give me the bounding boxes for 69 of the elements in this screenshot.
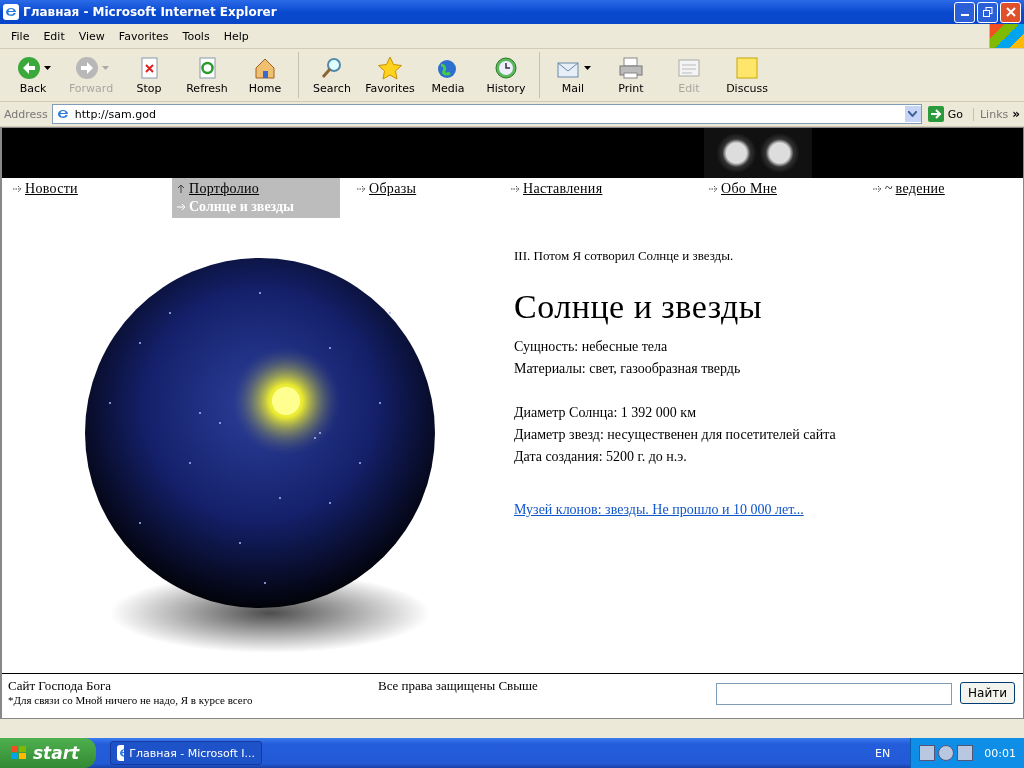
browser-icon: [3, 4, 19, 20]
arrow-icon: [708, 184, 718, 194]
menu-item[interactable]: Help: [216, 29, 256, 43]
taskbar-window-button[interactable]: Главная - Microsoft I...: [110, 741, 262, 765]
intro-text: III. Потом Я сотворил Солнце и звезды.: [514, 248, 735, 264]
toolbar-button[interactable]: Home: [236, 51, 294, 99]
fact-line: Дата создания: 5200 г. до н.э.: [514, 448, 688, 466]
toolbar-button[interactable]: History: [477, 51, 535, 99]
footnote-text: *Для связи со Мной ничего не надо, Я в курсе всего: [8, 694, 254, 706]
printer-icon: [618, 55, 644, 80]
nav-link[interactable]: Наставления: [523, 181, 603, 197]
toolbar-button[interactable]: Media: [419, 51, 477, 99]
nav-link[interactable]: Обо Мне: [721, 181, 777, 197]
search-field[interactable]: [716, 683, 953, 705]
dropdown-icon: [904, 106, 921, 122]
go-button[interactable]: Go: [925, 106, 969, 122]
arrow-icon: [356, 184, 366, 194]
address-label: Address: [4, 107, 48, 121]
clock: 00:01: [984, 746, 1016, 760]
menu-item[interactable]: File: [4, 29, 37, 43]
fact-line: Диаметр звезд: несущественен для посетителей сайта: [514, 426, 837, 444]
nav-link[interactable]: Портфолио: [189, 181, 260, 197]
toolbar-button[interactable]: Mail: [544, 51, 602, 99]
star-icon: [377, 55, 403, 80]
toolbar-button[interactable]: Back: [4, 51, 62, 99]
close-icon: [1005, 7, 1016, 17]
arrow-icon: [510, 184, 520, 194]
page-heading: Солнце и звезды: [514, 288, 764, 326]
up-arrow-icon: [176, 184, 186, 194]
restore-button[interactable]: [977, 1, 998, 23]
arrow-icon: [176, 202, 186, 212]
menu-item[interactable]: Tools: [175, 29, 217, 43]
language-indicator[interactable]: EN: [875, 746, 891, 760]
browser-icon: [117, 745, 125, 761]
fact-line: Материалы: свет, газообразная твердь: [514, 360, 742, 378]
more-links-button[interactable]: »: [1012, 107, 1020, 121]
nav-link[interactable]: ведение: [895, 181, 945, 197]
toolbar-button[interactable]: Print: [602, 51, 660, 99]
toolbar-button[interactable]: Refresh: [178, 51, 236, 99]
address-field[interactable]: http://sam.god: [51, 104, 922, 124]
site-name: Сайт Господа Бога: [8, 678, 113, 694]
windows-flag-icon: [10, 745, 28, 761]
links-button[interactable]: Links: [972, 107, 1009, 121]
toolbar-button[interactable]: Favorites: [361, 51, 419, 99]
nav-link[interactable]: Новости: [25, 181, 78, 197]
windows-logo-icon: [989, 24, 1024, 48]
go-arrow-icon: [927, 106, 944, 122]
museum-link[interactable]: Музей клонов: звезды. Не прошло и 10 000 лет...: [514, 502, 804, 518]
nav-link[interactable]: Образы: [369, 181, 417, 197]
menu-item[interactable]: View: [71, 29, 112, 43]
menu-item[interactable]: Favorites: [111, 29, 176, 43]
arrow-icon: [12, 184, 22, 194]
fact-line: Сущность: небесные тела: [514, 338, 669, 356]
minimize-icon: [960, 14, 969, 16]
toolbar-button[interactable]: Discuss: [718, 51, 776, 99]
restore-icon: [982, 7, 993, 17]
clock-icon: [493, 55, 519, 80]
copyright-text: Все права защищены Свыше: [378, 678, 539, 694]
toolbar-button[interactable]: Stop: [120, 51, 178, 99]
minimize-button[interactable]: [954, 1, 975, 23]
arrow-icon: [872, 184, 882, 194]
toolbar-button[interactable]: Search: [303, 51, 361, 99]
close-button[interactable]: [1000, 1, 1021, 23]
note-icon: [734, 55, 760, 80]
window-title: Главная - Microsoft Internet Explorer: [23, 5, 278, 19]
tilde-mark: ~: [885, 181, 893, 197]
fact-line: Диаметр Солнца: 1 392 000 км: [514, 404, 697, 422]
menu-item[interactable]: Edit: [36, 29, 72, 43]
search-button[interactable]: Найти: [960, 682, 1015, 704]
